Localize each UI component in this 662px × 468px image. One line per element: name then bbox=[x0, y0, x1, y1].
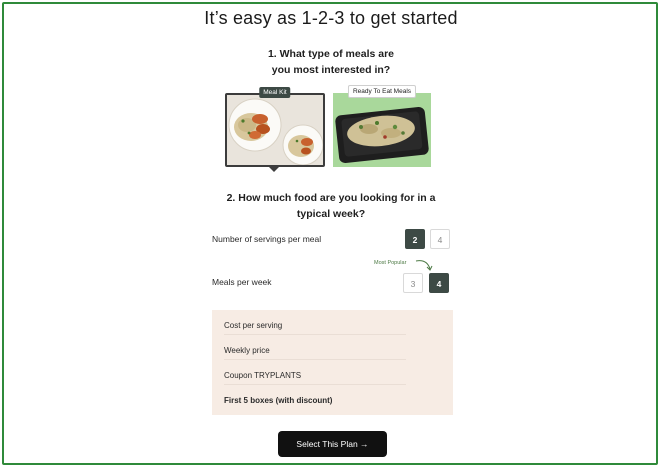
servings-option-2[interactable]: 2 bbox=[405, 229, 425, 249]
most-popular-tag: Most Popular bbox=[374, 260, 407, 266]
servings-label: Number of servings per meal bbox=[212, 234, 322, 244]
page-title: It’s easy as 1-2-3 to get started bbox=[204, 8, 458, 28]
meals-option-4[interactable]: 4 bbox=[429, 273, 449, 293]
question-meal-type-line2: you most interested in? bbox=[271, 64, 391, 76]
question-food-amount-line2: typical week? bbox=[296, 208, 366, 220]
ready-to-eat-label: Ready To Eat Meals bbox=[347, 85, 417, 98]
question-meal-type: 1. What type of meals are you most inter… bbox=[0, 46, 662, 78]
curved-arrow-icon bbox=[415, 260, 433, 271]
ready-to-eat-image bbox=[333, 93, 431, 167]
meals-option-3[interactable]: 3 bbox=[403, 273, 423, 293]
meal-kit-card[interactable]: Meal Kit bbox=[225, 87, 325, 167]
question-food-amount-line1: 2. How much food are you looking for in … bbox=[226, 192, 436, 204]
first-boxes-label: First 5 boxes (with discount) bbox=[224, 396, 333, 405]
select-plan-button[interactable]: Select This Plan → bbox=[278, 431, 387, 457]
servings-option-4[interactable]: 4 bbox=[430, 229, 450, 249]
ready-to-eat-card[interactable]: Ready To Eat Meals bbox=[333, 85, 431, 167]
weekly-price-label: Weekly price bbox=[224, 346, 406, 360]
meal-kit-selected-pointer bbox=[269, 167, 279, 172]
question-food-amount: 2. How much food are you looking for in … bbox=[0, 190, 662, 222]
price-summary: Cost per serving Weekly price Coupon TRY… bbox=[212, 310, 453, 415]
meal-kit-image bbox=[227, 95, 324, 166]
meals-per-week-label: Meals per week bbox=[212, 277, 272, 287]
coupon-label: Coupon TRYPLANTS bbox=[224, 371, 406, 385]
meal-kit-label: Meal Kit bbox=[259, 87, 291, 98]
cost-per-serving-label: Cost per serving bbox=[224, 321, 406, 335]
question-meal-type-line1: 1. What type of meals are bbox=[267, 48, 395, 60]
